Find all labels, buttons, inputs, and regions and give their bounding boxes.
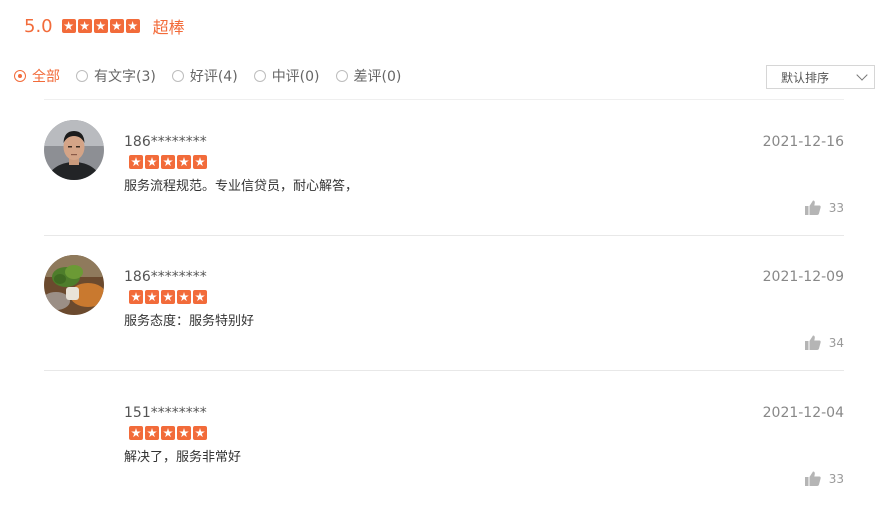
sort-label: 默认排序 [781,70,830,85]
like-button[interactable]: 34 [804,335,844,350]
review-filter-group: 全部 有文字(3) 好评(4) 中评(0) 差评(0) [14,66,417,86]
filter-label: 中评(0) [271,69,320,85]
star-icon [109,19,124,33]
radio-icon[interactable] [171,70,184,82]
average-score: 5.0 [24,15,53,37]
review-date: 2021-12-04 [762,405,844,421]
star-icon [93,19,108,33]
radio-icon[interactable] [76,70,88,82]
summary-stars [61,19,142,33]
review-stars [129,290,209,304]
reviewer-name: 186******** [124,134,207,150]
reviewer-name: 186******** [124,269,207,285]
star-icon [77,19,92,33]
star-icon [161,155,175,169]
filter-negative[interactable]: 差评(0) [335,66,402,86]
like-count: 33 [828,471,844,486]
filter-label: 差评(0) [353,69,402,85]
radio-icon[interactable] [335,70,348,82]
review-text: 服务态度：服务特别好 [124,314,255,329]
filter-positive[interactable]: 好评(4) [171,66,238,86]
thumbs-up-icon [804,335,821,350]
radio-icon[interactable] [14,70,26,82]
review-text: 服务流程规范。专业信贷员，耐心解答， [124,179,359,194]
reviewer-name: 151******** [124,405,207,421]
rating-summary: 5.0 超棒 [24,14,185,38]
avatar[interactable] [44,255,104,315]
chevron-down-icon [856,69,868,81]
user-photo-icon [44,120,104,180]
star-icon [145,290,159,304]
star-icon [177,155,191,169]
star-icon [125,19,140,33]
filter-all[interactable]: 全部 [14,66,60,86]
like-button[interactable]: 33 [804,200,844,215]
star-icon [161,426,175,440]
star-icon [177,290,191,304]
filter-with-text[interactable]: 有文字(3) [76,66,156,86]
filter-label: 有文字(3) [94,69,156,85]
review-date: 2021-12-16 [762,134,844,150]
rating-text: 超棒 [152,18,185,37]
filter-neutral[interactable]: 中评(0) [253,66,320,86]
star-icon [61,19,76,33]
review-stars [129,426,209,440]
like-count: 33 [828,200,844,215]
filter-label: 全部 [32,69,60,85]
star-icon [193,426,207,440]
plant-photo-icon [44,255,104,315]
star-icon [161,290,175,304]
star-icon [145,426,159,440]
review-item: 186******** 服务流程规范。专业信贷员，耐心解答， 2021-12-1… [44,100,844,236]
review-stars [129,155,209,169]
thumbs-up-icon [804,200,821,215]
review-item: 186******** 服务态度：服务特别好 2021-12-09 34 [44,235,844,371]
filter-label: 好评(4) [189,69,238,85]
radio-icon[interactable] [253,70,266,82]
star-icon [129,155,143,169]
review-text: 解决了，服务非常好 [124,450,242,465]
avatar[interactable] [44,120,104,180]
star-icon [145,155,159,169]
review-date: 2021-12-09 [762,269,844,285]
like-count: 34 [828,335,844,350]
star-icon [129,290,143,304]
thumbs-up-icon [804,471,821,486]
like-button[interactable]: 33 [804,471,844,486]
star-icon [193,155,207,169]
star-icon [129,426,143,440]
review-item: 151******** 解决了，服务非常好 2021-12-04 33 [44,371,844,506]
star-icon [193,290,207,304]
sort-select[interactable]: 默认排序 [766,65,875,89]
star-icon [177,426,191,440]
